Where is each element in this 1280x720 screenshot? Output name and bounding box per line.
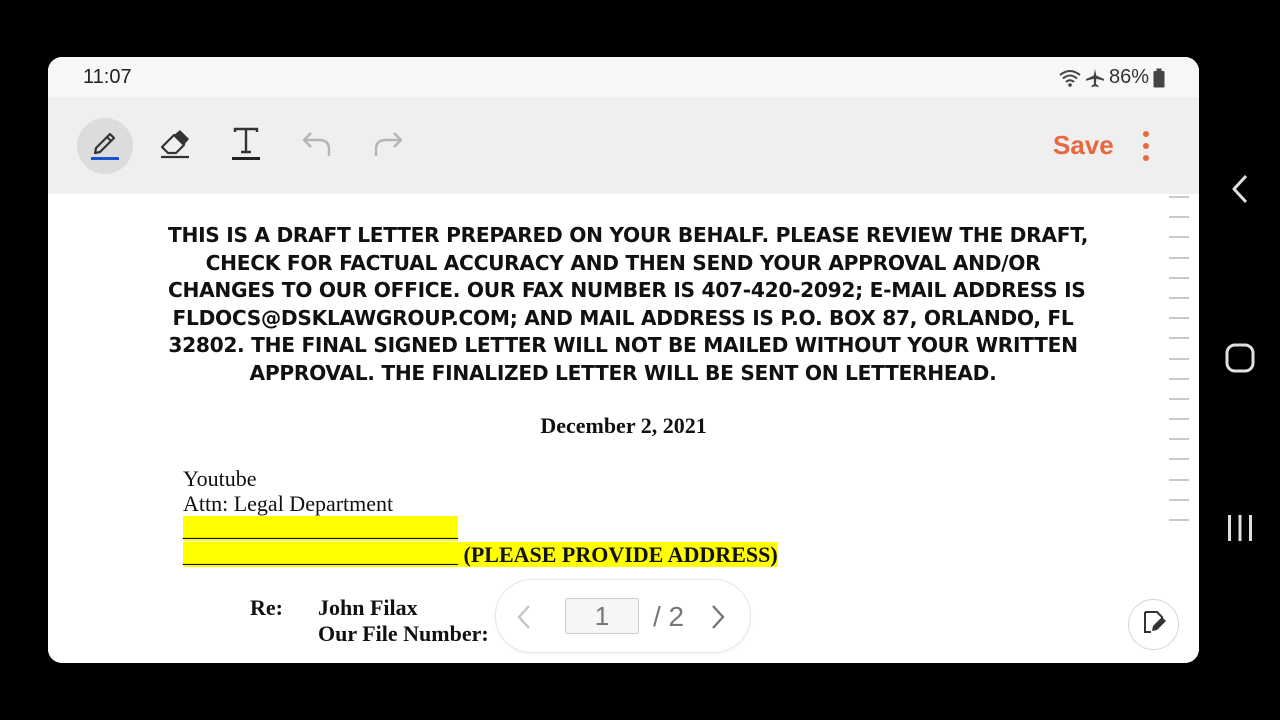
page-number-input[interactable]	[565, 598, 639, 634]
disclaimer-line: APPROVAL. THE FINALIZED LETTER WILL BE S…	[249, 360, 997, 385]
address-line-2: _________________________ (PLEASE PROVID…	[183, 542, 778, 568]
status-bar: 11:07 86%	[48, 57, 1199, 97]
eraser-icon	[158, 129, 192, 164]
re-name: John Filax	[318, 595, 418, 620]
annotation-toolbar: Save	[48, 97, 1199, 194]
text-tool-button[interactable]	[218, 118, 274, 174]
chevron-right-icon	[712, 605, 725, 629]
address-blank: _________________________	[183, 516, 458, 541]
battery-icon	[1153, 68, 1165, 88]
address-prompt: (PLEASE PROVIDE ADDRESS)	[458, 542, 778, 567]
draft-disclaimer: THIS IS A DRAFT LETTER PREPARED ON YOUR …	[168, 222, 1089, 388]
next-page-button[interactable]	[710, 604, 726, 635]
scroll-indicator[interactable]	[1169, 196, 1189, 539]
system-navigation-bar	[1200, 0, 1280, 720]
text-icon	[231, 126, 261, 167]
chevron-left-icon	[517, 605, 530, 629]
recipient-attn: Attn: Legal Department	[183, 491, 394, 516]
eraser-tool-button[interactable]	[147, 118, 203, 174]
pen-icon	[89, 126, 121, 167]
redo-icon	[372, 129, 404, 164]
letter-date: December 2, 2021	[48, 413, 1199, 439]
recipient-name: Youtube	[183, 466, 257, 491]
disclaimer-line: CHECK FOR FACTUAL ACCURACY AND THEN SEND…	[205, 250, 1041, 275]
disclaimer-line: THIS IS A DRAFT LETTER PREPARED ON YOUR …	[168, 223, 1089, 247]
redo-button[interactable]	[360, 118, 416, 174]
app-screen: 11:07 86% Save THIS IS A DRAFT LETTER PR…	[48, 57, 1199, 663]
more-options-button[interactable]	[1134, 130, 1158, 164]
previous-page-button[interactable]	[516, 604, 532, 635]
re-label: Re:	[250, 595, 283, 620]
home-icon	[1225, 343, 1255, 373]
re-file-number: Our File Number:	[318, 621, 489, 646]
address-line-1: _________________________	[183, 516, 458, 542]
back-icon	[1232, 174, 1248, 204]
page-total: / 2	[653, 601, 685, 632]
undo-icon	[301, 129, 333, 164]
back-button[interactable]	[1222, 171, 1258, 207]
disclaimer-line: FLDOCS@DSKLAWGROUP.COM; AND MAIL ADDRESS…	[172, 305, 1074, 330]
disclaimer-line: 32802. THE FINAL SIGNED LETTER WILL NOT …	[168, 333, 1078, 358]
battery-level: 86%	[1108, 66, 1149, 88]
page-navigator: / 2	[495, 579, 751, 653]
document-view[interactable]: THIS IS A DRAFT LETTER PREPARED ON YOUR …	[48, 194, 1199, 663]
status-icons: 86%	[1059, 66, 1165, 89]
recents-icon	[1228, 515, 1252, 541]
airplane-icon	[1085, 68, 1105, 88]
save-button[interactable]: Save	[1053, 130, 1114, 161]
edit-document-icon	[1141, 609, 1167, 640]
disclaimer-line: CHANGES TO OUR OFFICE. OUR FAX NUMBER IS…	[168, 278, 1086, 303]
undo-button[interactable]	[289, 118, 345, 174]
recents-button[interactable]	[1222, 510, 1258, 546]
more-vertical-icon	[1134, 131, 1158, 168]
wifi-icon	[1059, 69, 1081, 87]
edit-pdf-button[interactable]	[1128, 599, 1179, 650]
letter-date-text: December 2, 2021	[540, 413, 707, 438]
status-time: 11:07	[83, 66, 132, 88]
home-button[interactable]	[1222, 340, 1258, 376]
pen-tool-button[interactable]	[77, 118, 133, 174]
address-blank: _________________________	[183, 542, 458, 567]
